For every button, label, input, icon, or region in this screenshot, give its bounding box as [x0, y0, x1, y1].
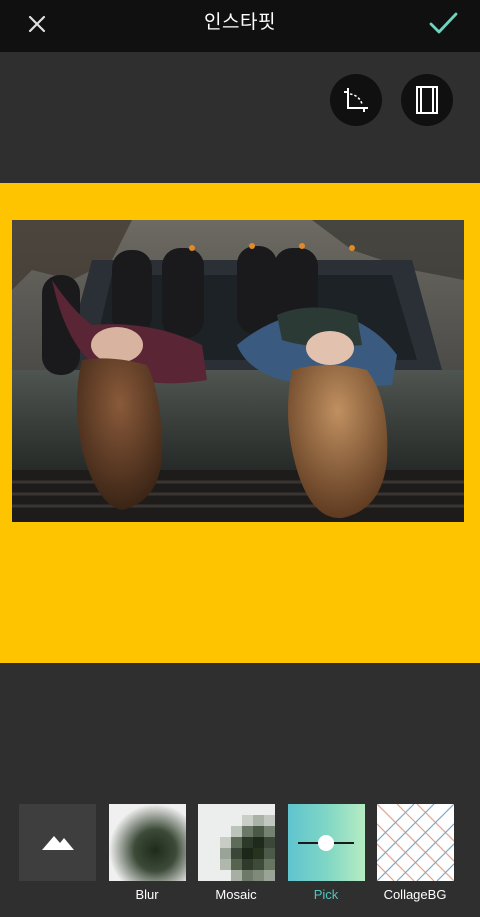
background-image-option[interactable] [19, 804, 96, 881]
checkmark-icon [429, 12, 458, 34]
image-mountain-icon [42, 836, 74, 850]
crop-rotate-button[interactable] [330, 74, 382, 126]
top-bar: 인스타핏 [0, 0, 480, 52]
edited-photo[interactable] [12, 220, 464, 522]
collage-bg-label: CollageBG [383, 887, 447, 902]
photo-image [12, 220, 464, 522]
background-options: Blur Mosaic Pick CollageBG [0, 803, 480, 917]
blur-option[interactable] [109, 804, 186, 881]
blur-preview [109, 804, 186, 881]
collage-bg-option[interactable] [316, 803, 480, 882]
page-title: 인스타핏 [204, 12, 276, 33]
aspect-ratio-icon [416, 86, 438, 114]
collage-pattern-preview [316, 803, 480, 882]
aspect-ratio-button[interactable] [401, 74, 453, 126]
color-pick-slider [288, 804, 365, 881]
crop-rotate-icon [344, 88, 368, 112]
mosaic-option[interactable] [198, 804, 275, 881]
confirm-button[interactable] [426, 8, 462, 40]
mosaic-preview [198, 804, 275, 881]
color-pick-option[interactable] [288, 804, 365, 881]
